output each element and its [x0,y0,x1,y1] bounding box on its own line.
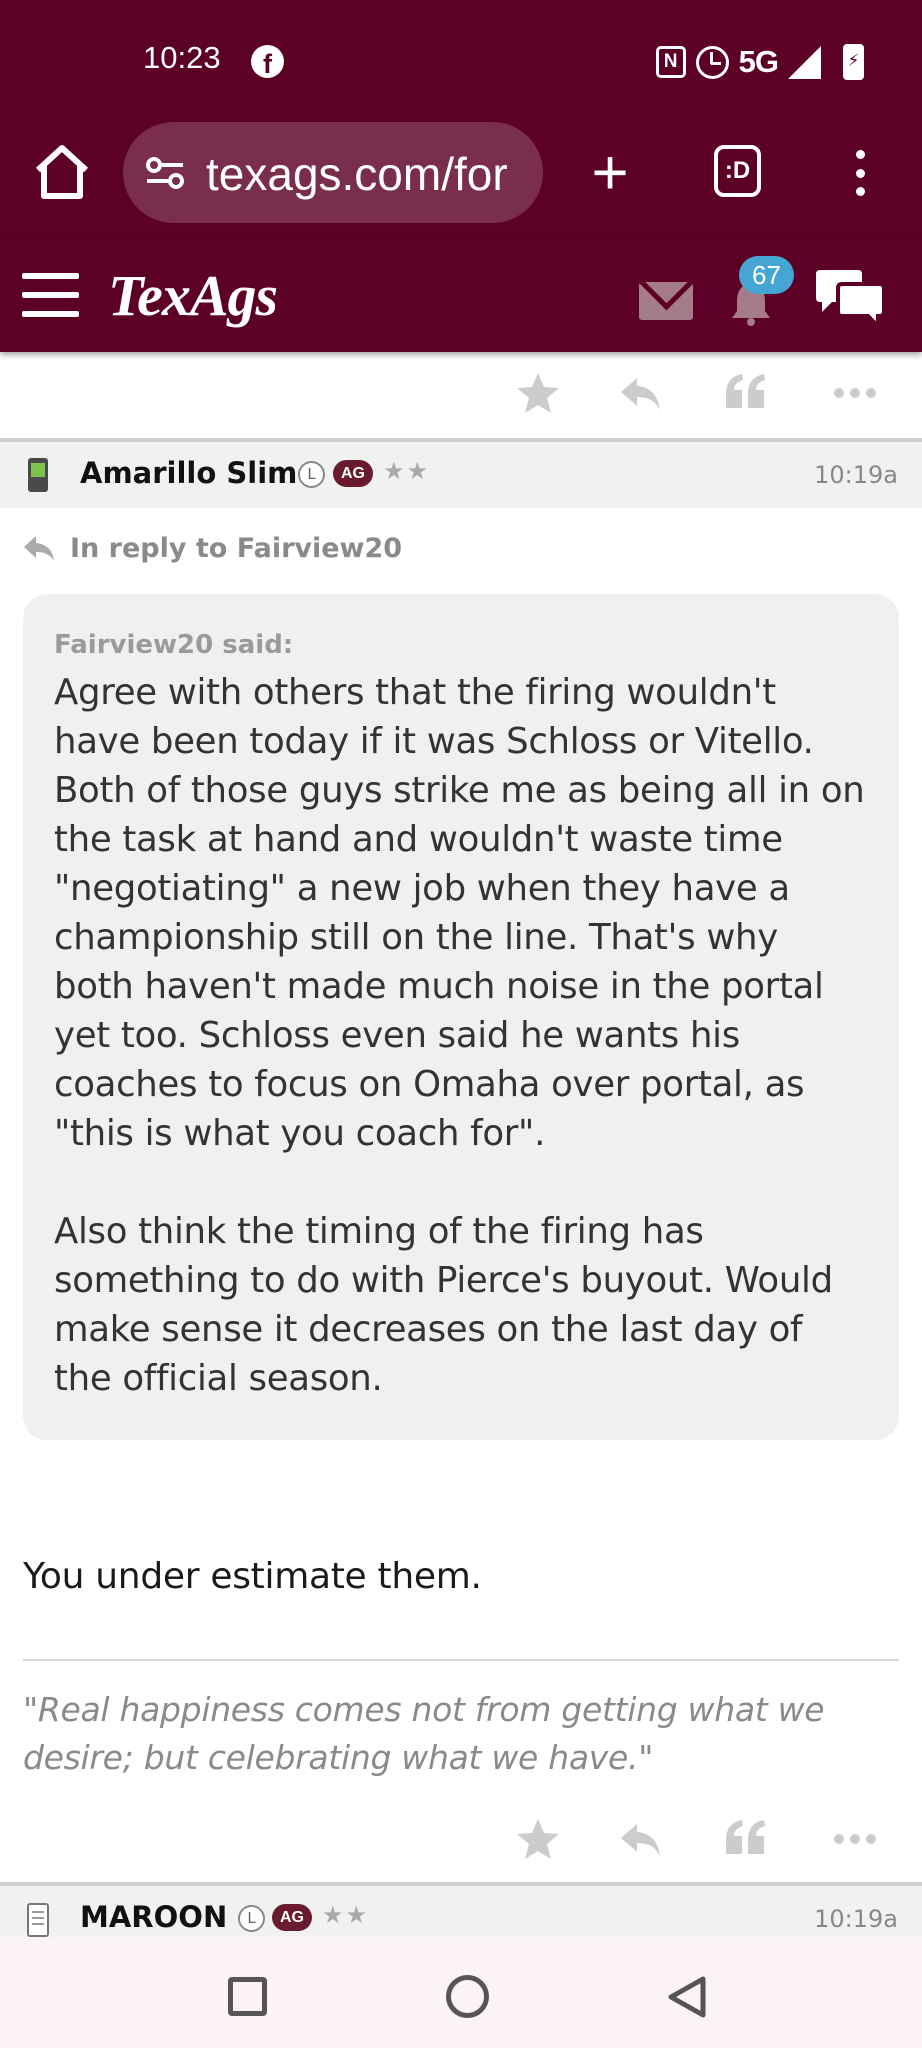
post-actions [0,352,922,440]
reply-icon[interactable] [617,1816,663,1862]
tune-icon[interactable] [145,156,185,190]
star-icon[interactable] [515,370,561,416]
url-text[interactable]: texags.com/for [206,147,526,201]
network-type: 5G [738,44,779,79]
site-logo[interactable]: TexAgs [108,262,278,329]
chat-icon[interactable] [812,268,888,330]
in-reply-text: In reply to Fairview20 [70,532,403,564]
status-indicators: N 5G [655,42,864,82]
battery-icon [843,44,864,80]
address-bar[interactable]: texags.com/for [123,122,543,223]
system-navigation-bar [0,1937,922,2048]
username[interactable]: MAROON [80,1900,227,1934]
quote-text: Agree with others that the firing wouldn… [54,668,868,1403]
tab-switcher-button[interactable]: :D [714,145,761,197]
username[interactable]: Amarillo Slim [80,456,297,490]
system-home-button[interactable] [446,1975,489,2018]
user-stars: ★★ [322,1901,370,1929]
recents-button[interactable] [228,1977,267,2016]
back-button[interactable] [665,1975,710,2020]
status-bar: 10:23 f N 5G [0,0,922,116]
more-horiz-icon[interactable] [832,370,878,416]
signal-icon [788,45,821,79]
quote-icon[interactable] [722,1816,768,1862]
phone-device-icon [28,458,48,492]
quote-paragraph: Also think the timing of the firing has … [54,1211,833,1399]
mail-icon[interactable] [639,282,693,320]
home-icon[interactable] [30,140,94,204]
facebook-notification-icon: f [251,45,284,79]
in-reply-link[interactable]: In reply to Fairview20 [22,528,402,568]
post-time[interactable]: 10:19a [814,461,898,489]
notification-count-badge[interactable]: 67 [739,256,794,294]
quote-paragraph: Agree with others that the firing wouldn… [54,672,865,1154]
reply-icon[interactable] [617,370,663,416]
post-body: You under estimate them. [23,1556,482,1597]
more-horiz-icon[interactable] [832,1816,878,1862]
ag-badge: AG [333,460,373,487]
status-time: 10:23 [143,40,221,75]
lifetime-badge: L [298,461,325,488]
notepad-device-icon [27,1903,49,1937]
quoted-post: Fairview20 said: Agree with others that … [23,594,899,1440]
new-tab-button[interactable]: + [580,136,640,208]
browser-menu-button[interactable] [845,150,875,196]
post-actions [0,1796,922,1884]
site-header: TexAgs [0,236,922,352]
lifetime-badge: L [238,1905,265,1932]
quote-icon[interactable] [722,370,768,416]
post-time[interactable]: 10:19a [814,1905,898,1933]
browser-toolbar: texags.com/for + :D [0,116,922,236]
alarm-icon [695,45,729,79]
star-icon[interactable] [515,1816,561,1862]
quote-author[interactable]: Fairview20 said: [54,630,868,660]
reply-icon [24,536,54,561]
post-header: Amarillo Slim L AG ★★ 10:19a [0,440,922,508]
user-signature: "Real happiness comes not from getting w… [23,1690,825,1777]
nfc-icon: N [655,46,686,78]
signature-divider [23,1659,899,1661]
ag-badge: AG [272,1904,312,1931]
user-stars: ★★ [383,457,431,485]
hamburger-menu-icon[interactable] [22,273,79,317]
